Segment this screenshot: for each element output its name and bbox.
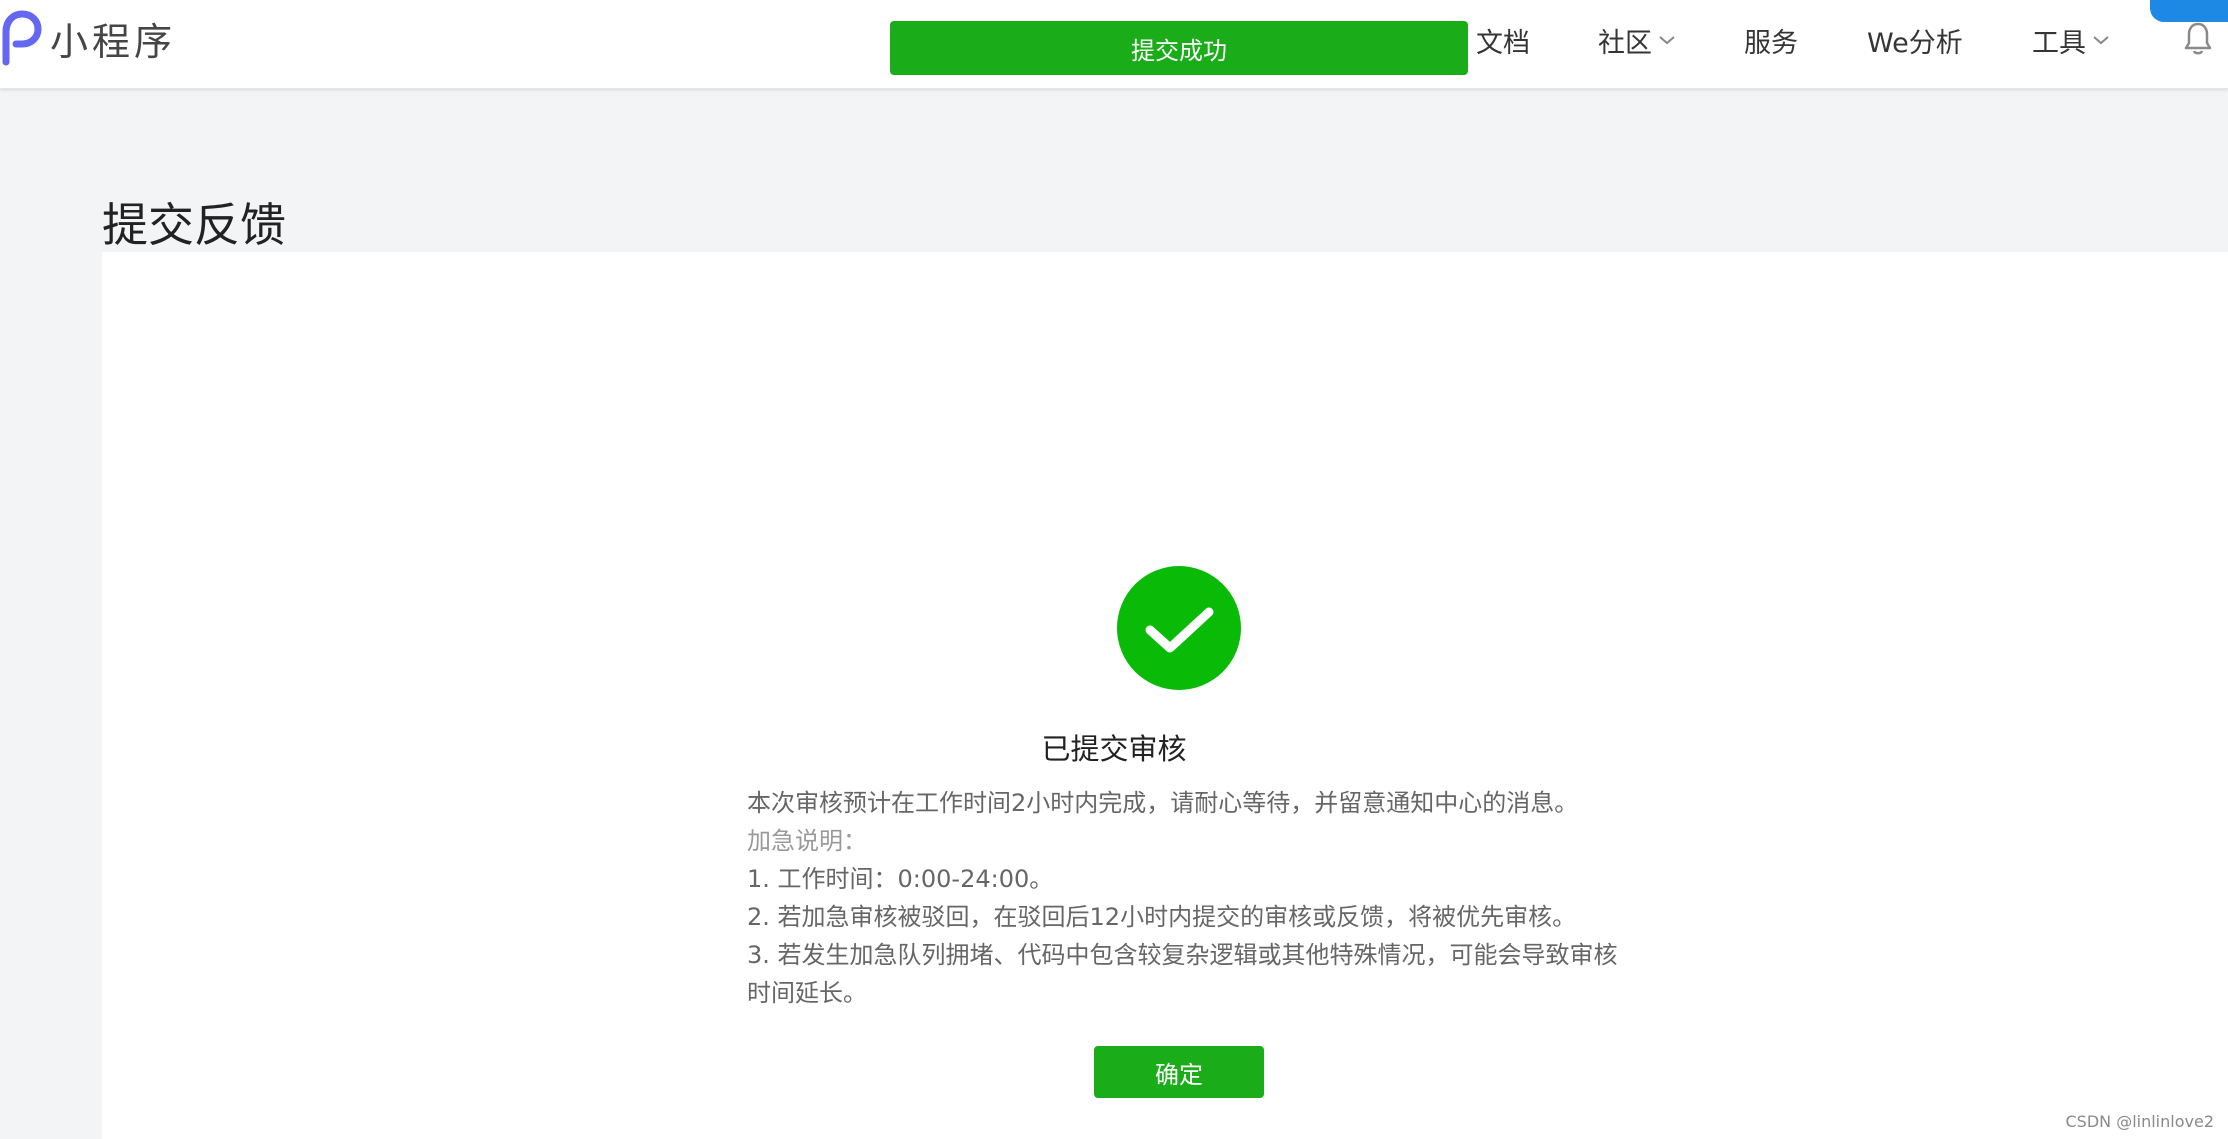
review-time-note: 本次审核预计在工作时间2小时内完成，请耐心等待，并留意通知中心的消息。: [747, 789, 1579, 817]
confirm-button[interactable]: 确定: [1094, 1046, 1264, 1098]
expedite-heading: 加急说明：: [747, 827, 867, 855]
chevron-down-icon: [2093, 36, 2109, 45]
corner-badge[interactable]: [2150, 0, 2228, 22]
logo-icon: [2, 10, 42, 66]
bell-icon[interactable]: [2182, 20, 2214, 56]
watermark: CSDN @linlinlove2: [2065, 1112, 2215, 1131]
result-description: 本次审核预计在工作时间2小时内完成，请耐心等待，并留意通知中心的消息。 加急说明…: [747, 784, 1627, 1012]
result-title: 已提交审核: [1041, 732, 1187, 766]
nav-we-analytics-label: We分析: [1867, 27, 1963, 59]
nav-tools[interactable]: 工具: [2032, 18, 2110, 62]
success-toast: 提交成功: [890, 21, 1468, 75]
nav-service-label: 服务: [1744, 27, 1798, 59]
logo[interactable]: 小程序: [0, 10, 176, 66]
check-circle-icon: [1117, 566, 1241, 690]
nav-community[interactable]: 社区: [1598, 18, 1676, 62]
page-title: 提交反馈: [102, 197, 286, 252]
nav-docs-label: 文档: [1476, 27, 1530, 59]
expedite-item-1: 1. 工作时间：0:00-24:00。: [747, 865, 1054, 893]
top-header: 小程序 提交成功 文档 社区 服务 We分析 工具: [0, 0, 2228, 89]
nav-service[interactable]: 服务: [1744, 18, 1798, 62]
expedite-item-2: 2. 若加急审核被驳回，在驳回后12小时内提交的审核或反馈，将被优先审核。: [747, 903, 1577, 931]
nav-we-analytics[interactable]: We分析: [1867, 18, 1963, 62]
nav-community-label: 社区: [1598, 27, 1652, 59]
chevron-down-icon: [1659, 36, 1675, 45]
expedite-item-3: 3. 若发生加急队列拥堵、代码中包含较复杂逻辑或其他特殊情况，可能会导致审核时间…: [747, 941, 1618, 1007]
app-name: 小程序: [50, 19, 177, 64]
nav-tools-label: 工具: [2032, 27, 2086, 59]
nav-docs[interactable]: 文档: [1476, 18, 1530, 62]
